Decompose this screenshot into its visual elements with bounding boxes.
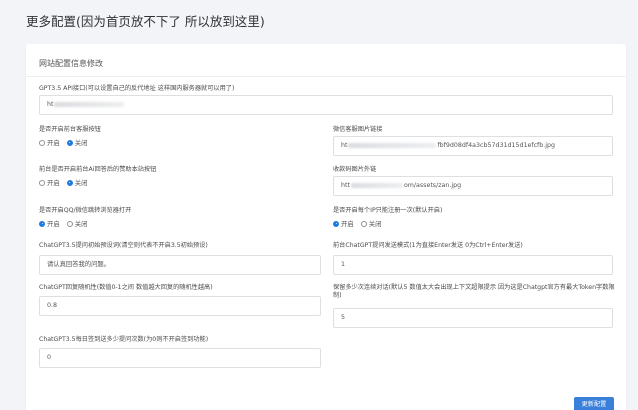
send-mode-label: 前台ChatGPT提问发送模式(1为直接Enter发送 0为Ctrl+Enter… (333, 242, 523, 249)
customer-service-label: 是否开启前台客服按钮 (39, 126, 101, 133)
donation-qr-label: 收款码图片外链 (333, 166, 377, 173)
wechat-qr-label: 微信客服图片链接 (333, 126, 383, 133)
radio-dot (333, 220, 339, 227)
radio-dot (39, 139, 45, 146)
page-title: 更多配置(因为首页放不下了 所以放到这里) (26, 14, 265, 29)
ip-register-off-radio[interactable]: 关闭 (360, 219, 382, 228)
radio-label: 关闭 (74, 139, 88, 147)
radio-label: 关闭 (368, 220, 382, 228)
wechat-qr-prefix: ht (341, 142, 348, 149)
daily-checkin-input[interactable]: 0 (39, 348, 321, 368)
qq-wechat-jump-radio-group: 开启 关闭 (39, 219, 88, 228)
qq-wechat-jump-off-radio[interactable]: 关闭 (66, 219, 88, 228)
daily-checkin-label: ChatGPT3.5每日签到送多少提问次数(为0则不开启签到功能) (39, 336, 209, 343)
radio-dot (39, 179, 45, 186)
redacted-text (54, 101, 125, 107)
radio-label: 关闭 (74, 220, 88, 228)
radio-label: 开启 (47, 220, 60, 228)
config-card: 网站配置信息修改 GPT3.5 API接口(可以设置自己的反代地址 这样国内服务… (26, 44, 626, 410)
radio-dot (66, 179, 73, 186)
qq-wechat-jump-on-radio[interactable]: 开启 (39, 219, 60, 228)
customer-service-on-radio[interactable]: 开启 (39, 138, 60, 147)
radio-dot (66, 139, 73, 146)
api-proxy-value: ht (47, 101, 54, 108)
redacted-text (348, 142, 437, 148)
radio-dot (360, 220, 367, 227)
radio-dot (39, 220, 45, 227)
ip-register-label: 是否开启每个IP只能注册一次(默认开启) (333, 207, 443, 214)
randomness-label: ChatGPT回复随机性(数值0-1之间 数值越大回复的随机性越高) (39, 284, 213, 291)
ip-register-radio-group: 开启 关闭 (333, 219, 382, 228)
initial-prompt-input[interactable]: 请认真回答我的问题。 (39, 255, 321, 275)
radio-label: 开启 (341, 220, 354, 228)
customer-service-off-radio[interactable]: 关闭 (66, 138, 88, 147)
api-proxy-input[interactable]: ht (39, 95, 613, 115)
radio-label: 关闭 (74, 179, 88, 187)
redacted-text (350, 182, 403, 188)
api-proxy-label: GPT3.5 API接口(可以设置自己的反代地址 这样国内服务器就可以用了) (39, 85, 235, 92)
sponsor-button-on-radio[interactable]: 开启 (39, 178, 60, 187)
donation-qr-suffix: om/assets/zan.jpg (403, 182, 462, 189)
sponsor-button-off-radio[interactable]: 关闭 (66, 178, 88, 187)
sponsor-button-label: 前台是否开启前台Ai回答后的赞助本站按钮 (39, 166, 157, 173)
card-title: 网站配置信息修改 (39, 59, 103, 68)
donation-qr-input[interactable]: htt om/assets/zan.jpg (333, 176, 613, 196)
customer-service-radio-group: 开启 关闭 (39, 138, 88, 147)
radio-label: 开启 (47, 139, 60, 147)
context-limit-label: 保留多少次连续对话(默认5 数值太大会出现上下文超限提示 因为这是Chatgpt… (333, 284, 615, 299)
initial-prompt-label: ChatGPT3.5提问初始预设词(清空则代表不开启3.5初始预设) (39, 242, 208, 249)
save-config-button[interactable]: 更新配置 (574, 397, 614, 410)
ip-register-on-radio[interactable]: 开启 (333, 219, 354, 228)
wechat-qr-suffix: fbf9d08df4a3cb57d31d15d1efcfb.jpg (437, 142, 556, 149)
send-mode-input[interactable]: 1 (333, 255, 613, 275)
radio-dot (66, 220, 73, 227)
randomness-input[interactable]: 0.8 (39, 296, 321, 316)
qq-wechat-jump-label: 是否开启QQ/微信跳转浏览器打开 (39, 207, 132, 214)
wechat-qr-input[interactable]: ht fbf9d08df4a3cb57d31d15d1efcfb.jpg (333, 136, 613, 156)
sponsor-button-radio-group: 开启 关闭 (39, 178, 88, 187)
context-limit-input[interactable]: 5 (333, 308, 613, 328)
donation-qr-prefix: htt (341, 182, 350, 189)
card-divider (26, 76, 626, 77)
radio-label: 开启 (47, 179, 60, 187)
